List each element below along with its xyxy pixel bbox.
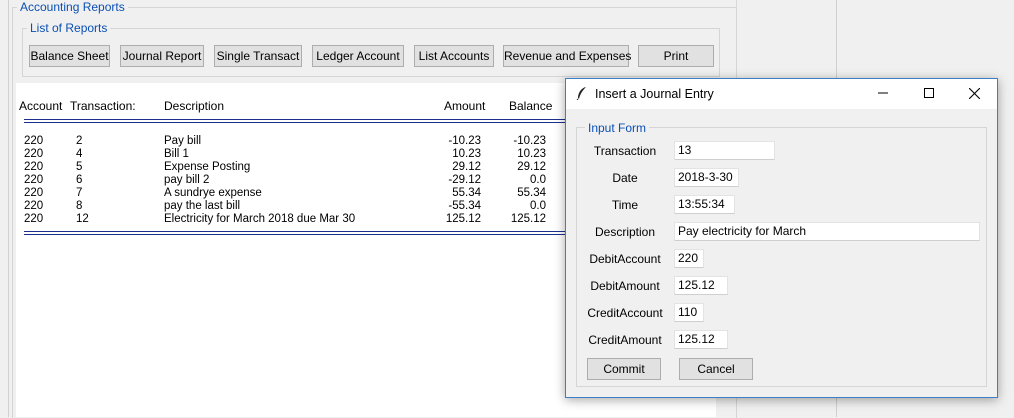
cell-account: 220 — [24, 148, 44, 160]
cell-description: Bill 1 — [164, 148, 189, 160]
credit-account-field[interactable]: 110 — [674, 303, 704, 322]
credit-amount-label: CreditAmount — [588, 333, 662, 347]
cell-transaction: 5 — [76, 161, 83, 173]
cell-balance: 10.23 — [517, 148, 546, 160]
date-field[interactable]: 2018-3-30 — [674, 168, 739, 187]
close-icon[interactable] — [951, 79, 997, 107]
print-button[interactable]: Print — [638, 45, 714, 67]
dialog-title: Insert a Journal Entry — [595, 87, 714, 101]
list-of-reports-title: List of Reports — [27, 21, 111, 35]
cell-balance: 0.0 — [530, 200, 546, 212]
credit-account-label: CreditAccount — [587, 306, 663, 320]
header-rule-1 — [24, 119, 584, 120]
transaction-field[interactable]: 13 — [674, 141, 775, 160]
input-form-title: Input Form — [585, 121, 650, 135]
single-transact-button[interactable]: Single Transact — [214, 45, 302, 67]
debit-account-label: DebitAccount — [589, 252, 661, 266]
description-label: Description — [594, 225, 656, 239]
column-header-balance: Balance — [509, 99, 553, 113]
cell-transaction: 4 — [76, 148, 83, 160]
cell-transaction: 7 — [76, 187, 83, 199]
date-label: Date — [612, 171, 638, 185]
description-field[interactable]: Pay electricity for March — [674, 222, 980, 241]
cell-balance: 125.12 — [510, 213, 546, 225]
debit-account-field[interactable]: 220 — [674, 249, 704, 268]
feather-icon — [576, 86, 588, 103]
cell-balance: 55.34 — [517, 187, 546, 199]
column-header-description: Description — [164, 99, 225, 113]
cell-description: Expense Posting — [164, 161, 251, 173]
left-edge — [8, 0, 9, 417]
cell-description: A sundrye expense — [164, 187, 262, 199]
cell-account: 220 — [24, 200, 44, 212]
cell-balance: -10.23 — [513, 135, 546, 147]
dialog-title-bar[interactable]: Insert a Journal Entry — [566, 79, 997, 109]
column-header-amount: Amount — [444, 99, 486, 113]
cell-account: 220 — [24, 135, 44, 147]
accounting-reports-title: Accounting Reports — [17, 0, 128, 14]
cell-balance: 0.0 — [530, 174, 546, 186]
ledger-account-button[interactable]: Ledger Account — [312, 45, 404, 67]
journal-report-button[interactable]: Journal Report — [120, 45, 204, 67]
column-header-transaction: Transaction: — [70, 99, 136, 113]
time-label: Time — [611, 198, 639, 212]
credit-amount-field[interactable]: 125.12 — [674, 330, 728, 349]
column-header-account: Account — [19, 99, 63, 113]
cell-description: pay the last bill — [164, 200, 241, 212]
cell-account: 220 — [24, 174, 44, 186]
cell-description: Pay bill — [164, 135, 202, 147]
maximize-icon[interactable] — [906, 79, 952, 107]
cell-transaction: 2 — [76, 135, 83, 147]
cell-description: Electricity for March 2018 due Mar 30 — [164, 213, 356, 225]
transaction-label: Transaction — [593, 144, 657, 158]
cell-amount: 29.12 — [452, 161, 481, 173]
cell-transaction: 6 — [76, 174, 83, 186]
header-rule-2 — [24, 122, 584, 123]
revenue-expenses-button[interactable]: Revenue and Expenses — [503, 45, 631, 67]
cell-amount: 10.23 — [452, 148, 481, 160]
cell-account: 220 — [24, 213, 44, 225]
cell-amount: -29.12 — [448, 174, 481, 186]
journal-entry-dialog: Insert a Journal Entry Input Form Transa… — [565, 78, 998, 398]
balance-sheet-button[interactable]: Balance Sheet — [29, 45, 110, 67]
debit-amount-label: DebitAmount — [590, 279, 660, 293]
cell-account: 220 — [24, 187, 44, 199]
cell-amount: 125.12 — [445, 213, 481, 225]
cell-balance: 29.12 — [517, 161, 546, 173]
footer-rule-2 — [24, 234, 584, 235]
debit-amount-field[interactable]: 125.12 — [674, 276, 728, 295]
cell-description: pay bill 2 — [164, 174, 210, 186]
cell-transaction: 12 — [76, 213, 89, 225]
time-field[interactable]: 13:55:34 — [674, 195, 735, 214]
footer-rule-1 — [24, 231, 584, 232]
cell-transaction: 8 — [76, 200, 83, 212]
list-accounts-button[interactable]: List Accounts — [414, 45, 494, 67]
cancel-button[interactable]: Cancel — [679, 358, 753, 380]
cell-amount: -10.23 — [448, 135, 481, 147]
cell-amount: 55.34 — [452, 187, 481, 199]
minimize-icon[interactable] — [860, 79, 906, 107]
cell-amount: -55.34 — [448, 200, 481, 212]
cell-account: 220 — [24, 161, 44, 173]
commit-button[interactable]: Commit — [587, 358, 661, 380]
